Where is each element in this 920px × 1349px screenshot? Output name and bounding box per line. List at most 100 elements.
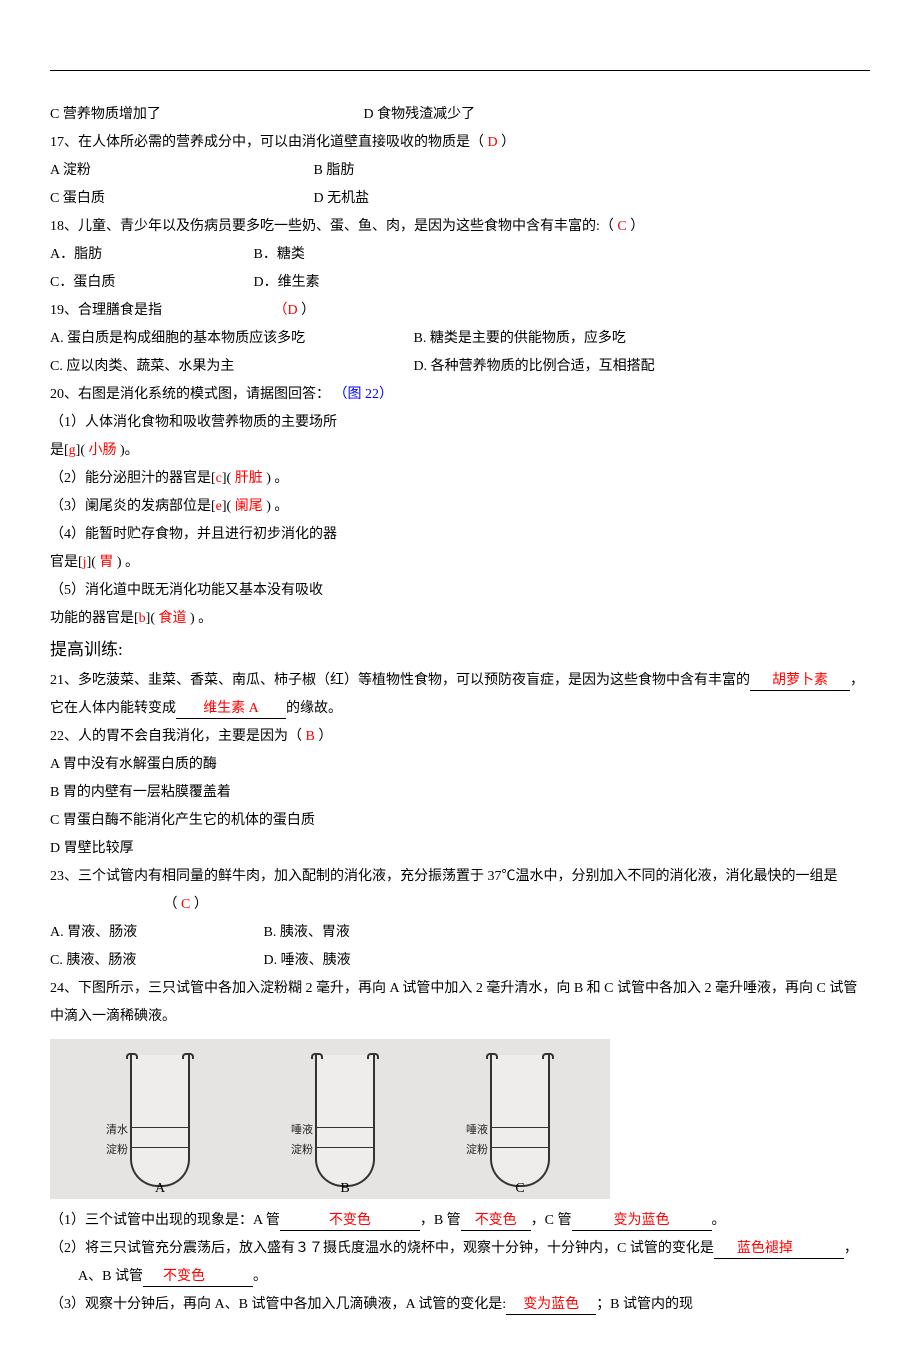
- q18-opt-d: D．维生素: [254, 275, 320, 290]
- tube-b-label-top: 唾液: [283, 1119, 313, 1141]
- q24-p2-pre: （2）将三只试管充分震荡后，放入盛有３７摄氏度温水的烧杯中，观察十分钟，十分钟内…: [50, 1241, 714, 1256]
- tube-b-caption: B: [317, 1175, 373, 1203]
- q20-p1b-pre: 是[: [50, 443, 69, 458]
- q20-stem: 20、右图是消化系统的模式图，请据图回答： （图 22）: [50, 381, 870, 409]
- q17-answer: D: [488, 135, 498, 150]
- q18-stem-text: 18、儿童、青少年以及伤病员要多吃一些奶、蛋、鱼、肉，是因为这些食物中含有丰富的…: [50, 219, 614, 234]
- q20-p1a: （1）人体消化食物和吸收营养物质的主要场所: [50, 409, 870, 437]
- q24-p1-mid1: ，B 管: [420, 1213, 461, 1228]
- q22-opt-a: A 胃中没有水解蛋白质的酶: [50, 751, 870, 779]
- q20-p5b-pre: 功能的器官是[: [50, 611, 139, 626]
- q20-p4b-pre: 官是[: [50, 555, 83, 570]
- q21: 21、多吃菠菜、韭菜、香菜、南瓜、柿子椒（红）等植物性食物，可以预防夜盲症，是因…: [50, 667, 870, 723]
- q17-opt-b: B 脂肪: [314, 163, 355, 178]
- q24-p3-blank-1: 变为蓝色: [506, 1297, 596, 1315]
- q22-stem-text: 22、人的胃不会自我消化，主要是因为（: [50, 729, 302, 744]
- q20-p5a: （5）消化道中既无消化功能又基本没有吸收: [50, 577, 870, 605]
- q20-p1b-mid: ](: [76, 443, 89, 458]
- q19-opt-b: B. 糖类是主要的供能物质，应多吃: [414, 331, 626, 346]
- q22-close: ）: [318, 729, 332, 744]
- q20-p4b-ans: 胃: [99, 555, 113, 570]
- q19-opt-a: A. 蛋白质是构成细胞的基本物质应该多吃: [50, 325, 410, 353]
- q19-opt-c: C. 应以肉类、蔬菜、水果为主: [50, 353, 410, 381]
- q20-p5b-ans: 食道: [159, 611, 187, 626]
- q18-close: ）: [630, 219, 644, 234]
- tube-c-caption: C: [492, 1175, 548, 1203]
- tube-c: 唾液 淀粉 C: [490, 1055, 550, 1187]
- q18-opt-b: B．糖类: [254, 247, 305, 262]
- q20-p2-end: ) 。: [263, 471, 289, 486]
- q19-stem: 19、合理膳食是指 （D ）: [50, 297, 870, 325]
- q20-p3: （3）阑尾炎的发病部位是[e]( 阑尾 ) 。: [50, 493, 870, 521]
- tube-a-label-bot: 淀粉: [98, 1139, 128, 1161]
- q24-p2-end: 。: [253, 1269, 267, 1284]
- q24-p1-mid2: ，C 管: [531, 1213, 572, 1228]
- q20-p3-ans: 阑尾: [235, 499, 263, 514]
- tube-c-label-bot: 淀粉: [458, 1139, 488, 1161]
- q16-opt-d: D 食物残渣减少了: [364, 107, 476, 122]
- q20-figref: （图 22）: [334, 387, 394, 402]
- q21-blank-2: 维生素 A: [176, 701, 286, 719]
- q20-p3-end: ) 。: [263, 499, 289, 514]
- q23-paren-close: ）: [194, 897, 208, 912]
- q17-row2: C 蛋白质 D 无机盐: [50, 185, 870, 213]
- tube-b-label-bot: 淀粉: [283, 1139, 313, 1161]
- q23-opt-c: C. 胰液、肠液: [50, 947, 260, 975]
- test-tube-figure: 清水 淀粉 A 唾液 淀粉 B 唾液 淀粉 C: [50, 1039, 610, 1199]
- q20-p2: （2）能分泌胆汁的器官是[c]( 肝脏 ) 。: [50, 465, 870, 493]
- q20-p1b-letter: g: [69, 443, 76, 458]
- q18-row1: A．脂肪 B．糖类: [50, 241, 870, 269]
- q23-opt-d: D. 唾液、胰液: [264, 953, 351, 968]
- q24-stem: 24、下图所示，三只试管中各加入淀粉糊 2 毫升，再向 A 试管中加入 2 毫升…: [50, 975, 870, 1031]
- q21-pre: 21、多吃菠菜、韭菜、香菜、南瓜、柿子椒（红）等植物性食物，可以预防夜盲症，是因…: [50, 673, 750, 688]
- q22-answer: B: [306, 729, 315, 744]
- q22-opt-d: D 胃壁比较厚: [50, 835, 870, 863]
- q16-opt-c: C 营养物质增加了: [50, 101, 360, 129]
- q23-row1: A. 胃液、肠液 B. 胰液、胃液: [50, 919, 870, 947]
- q20-p5b-letter: b: [139, 611, 146, 626]
- q17-stem-text: 17、在人体所必需的营养成分中，可以由消化道壁直接吸收的物质是（: [50, 135, 484, 150]
- q24-p3: （3）观察十分钟后，再向 A、B 试管中各加入几滴碘液，A 试管的变化是:变为蓝…: [50, 1291, 870, 1319]
- tube-a-caption: A: [132, 1175, 188, 1203]
- q18-stem: 18、儿童、青少年以及伤病员要多吃一些奶、蛋、鱼、肉，是因为这些食物中含有丰富的…: [50, 213, 870, 241]
- q24-p2-blank-1: 蓝色褪掉: [714, 1241, 844, 1259]
- tube-a-label-top: 清水: [98, 1119, 128, 1141]
- q21-blank-1: 胡萝卜素: [750, 673, 850, 691]
- q24-p1-end: 。: [712, 1213, 726, 1228]
- q19-close: ）: [301, 303, 315, 318]
- q20-p5b-mid: ](: [146, 611, 159, 626]
- top-rule: [50, 70, 870, 71]
- q20-p2-mid: ](: [222, 471, 235, 486]
- q17-stem: 17、在人体所必需的营养成分中，可以由消化道壁直接吸收的物质是（ D ）: [50, 129, 870, 157]
- q22-opt-c: C 胃蛋白酶不能消化产生它的机体的蛋白质: [50, 807, 870, 835]
- tube-c-label-top: 唾液: [458, 1119, 488, 1141]
- q20-p4a: （4）能暂时贮存食物，并且进行初步消化的器: [50, 521, 870, 549]
- q20-p4b-mid: ](: [87, 555, 100, 570]
- q24-p1-pre: （1）三个试管中出现的现象是：A 管: [50, 1213, 280, 1228]
- q23-row2: C. 胰液、肠液 D. 唾液、胰液: [50, 947, 870, 975]
- tube-a: 清水 淀粉 A: [130, 1055, 190, 1187]
- q24-p3-pre: （3）观察十分钟后，再向 A、B 试管中各加入几滴碘液，A 试管的变化是:: [50, 1297, 506, 1312]
- q23-paren-open: （: [164, 897, 178, 912]
- q20-p2-ans: 肝脏: [235, 471, 263, 486]
- q17-close: ）: [501, 135, 515, 150]
- q17-opt-c: C 蛋白质: [50, 185, 310, 213]
- q18-row2: C．蛋白质 D．维生素: [50, 269, 870, 297]
- q23-stem: 23、三个试管内有相同量的鲜牛肉，加入配制的消化液，充分振荡置于 37℃温水中，…: [50, 863, 870, 919]
- q20-p3-pre: （3）阑尾炎的发病部位是[: [50, 499, 216, 514]
- q24-p2: （2）将三只试管充分震荡后，放入盛有３７摄氏度温水的烧杯中，观察十分钟，十分钟内…: [50, 1235, 870, 1291]
- q21-end: 的缘故。: [286, 701, 342, 716]
- q17-opt-a: A 淀粉: [50, 157, 310, 185]
- section-heading: 提高训练:: [50, 633, 870, 667]
- q20-p1b: 是[g]( 小肠 )。: [50, 437, 870, 465]
- q23-answer: C: [181, 897, 190, 912]
- q19-row2: C. 应以肉类、蔬菜、水果为主 D. 各种营养物质的比例合适，互相搭配: [50, 353, 870, 381]
- q20-p5b-end: ) 。: [187, 611, 213, 626]
- q16-opts-row1: C 营养物质增加了 D 食物残渣减少了: [50, 101, 870, 129]
- q18-opt-a: A．脂肪: [50, 241, 250, 269]
- q23-opt-a: A. 胃液、肠液: [50, 919, 260, 947]
- q20-p4b: 官是[j]( 胃 ) 。: [50, 549, 870, 577]
- q20-stem-text: 20、右图是消化系统的模式图，请据图回答：: [50, 387, 330, 402]
- q24-p1: （1）三个试管中出现的现象是：A 管不变色，B 管不变色，C 管变为蓝色。: [50, 1207, 870, 1235]
- q19-row1: A. 蛋白质是构成细胞的基本物质应该多吃 B. 糖类是主要的供能物质，应多吃: [50, 325, 870, 353]
